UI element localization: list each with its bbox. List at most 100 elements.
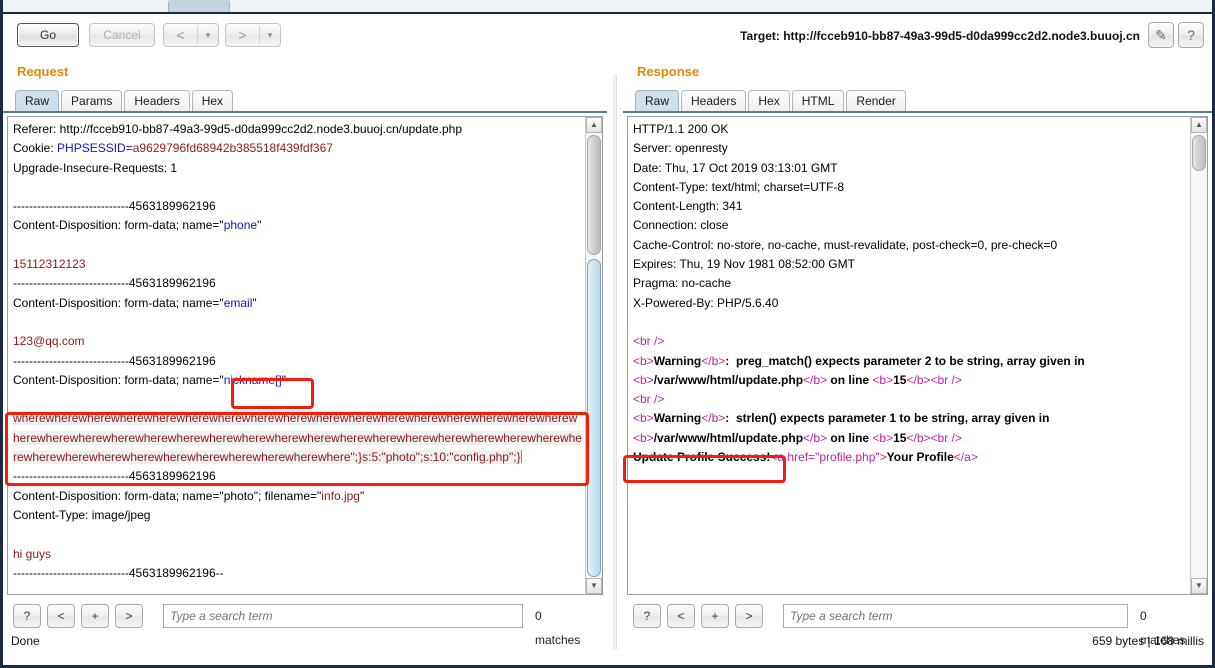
request-tabs: Raw Params Headers Hex [15, 90, 235, 112]
tag-b-open-1: <b> [633, 353, 654, 368]
value-photo-filename: info.jpg [321, 488, 360, 503]
request-viewer[interactable]: Referer: http://fcceb910-bb87-49a3-99d5-… [7, 116, 603, 595]
tab-request-hex[interactable]: Hex [191, 90, 234, 111]
chevron-left-icon: < [176, 27, 185, 43]
update-success-message: Update Profile Success! [633, 450, 771, 465]
request-title: Request [17, 64, 69, 79]
response-match-count: 0 matches [1140, 609, 1186, 647]
splitter-handle[interactable] [613, 74, 617, 650]
request-search-next-button[interactable]: > [115, 604, 143, 628]
scrollbar-thumb-upper[interactable] [587, 135, 601, 255]
tag-b-open-2: <b> [633, 372, 654, 387]
tab-request-headers[interactable]: Headers [124, 90, 190, 111]
tag-b-close-5: </b> [803, 430, 828, 445]
scroll-down-icon[interactable]: ▼ [586, 578, 602, 594]
warning-file-1: /var/www/html/update.php [653, 372, 804, 387]
boundary-2: -----------------------------45631899621… [13, 276, 216, 291]
tag-b-open-6: <b> [872, 430, 894, 445]
scrollbar-thumb-lower[interactable] [587, 259, 601, 577]
repeater-window: Go Cancel < ▾ > ▾ Target: http://fcceb91… [0, 14, 1215, 668]
tab-response-raw[interactable]: Raw [635, 90, 680, 111]
scrollbar-track[interactable] [1192, 133, 1206, 578]
warning-word-1: Warning [653, 353, 702, 368]
scroll-up-icon[interactable]: ▲ [1191, 117, 1207, 133]
param-name-email: email [223, 295, 253, 310]
request-search-help-button[interactable]: ? [13, 604, 41, 628]
window-tab-strip [0, 0, 1215, 14]
cd-email-post: " [252, 295, 257, 310]
line-pragma: Pragma: no-cache [633, 276, 732, 291]
tag-b-close-6: </b> [906, 430, 931, 445]
tab-underline [623, 111, 1212, 113]
warning-text-1: : preg_match() expects parameter 2 to be… [725, 353, 1085, 368]
request-scrollbar[interactable]: ▲ ▼ [585, 117, 602, 594]
request-panel: Request Raw Params Headers Hex Referer: … [3, 56, 607, 665]
line-upgrade: Upgrade-Insecure-Requests: 1 [13, 160, 178, 175]
tag-br-4: <br /> [930, 430, 962, 445]
tab-response-hex[interactable]: Hex [748, 90, 790, 111]
response-search-prev-button[interactable]: < [667, 604, 695, 628]
line-expires: Expires: Thu, 19 Nov 1981 08:52:00 GMT [633, 257, 855, 272]
tag-b-close-1: </b> [701, 353, 726, 368]
history-back-button[interactable]: < ▾ [163, 23, 219, 47]
cd-photo-pre: Content-Disposition: form-data; name="ph… [13, 488, 322, 503]
line-connection: Connection: close [633, 218, 729, 233]
line-number-1: 15 [893, 372, 907, 387]
tab-response-render[interactable]: Render [846, 90, 906, 111]
line-date: Date: Thu, 17 Oct 2019 03:13:01 GMT [633, 160, 838, 175]
warning-file-2: /var/www/html/update.php [653, 430, 804, 445]
cd-phone-post: " [257, 218, 262, 233]
tab-response-headers[interactable]: Headers [681, 90, 747, 111]
request-search-input[interactable] [163, 604, 523, 628]
value-file-body: hi guys [13, 546, 52, 561]
response-search-input[interactable] [783, 604, 1128, 628]
request-text[interactable]: Referer: http://fcceb910-bb87-49a3-99d5-… [13, 120, 582, 583]
window-tab-nub[interactable] [168, 0, 230, 12]
cancel-button[interactable]: Cancel [89, 23, 155, 47]
panel-splitter[interactable] [607, 56, 623, 665]
param-name-phone: phone [223, 218, 258, 233]
tag-br-2: <br /> [930, 372, 962, 387]
scrollbar-thumb[interactable] [1192, 135, 1206, 171]
response-scrollbar[interactable]: ▲ ▼ [1190, 117, 1207, 594]
go-button[interactable]: Go [17, 23, 79, 47]
tab-request-params[interactable]: Params [61, 90, 123, 111]
response-search-next-button[interactable]: > [735, 604, 763, 628]
boundary-1: -----------------------------45631899621… [13, 199, 216, 214]
on-line-2: on line [827, 430, 873, 445]
scroll-up-icon[interactable]: ▲ [586, 117, 602, 133]
warning-text-2: : strlen() expects parameter 1 to be str… [725, 411, 1050, 426]
response-search-add-button[interactable]: + [701, 604, 729, 628]
cd-nickname-pre: Content-Disposition: form-data; name=" [13, 372, 224, 387]
help-button[interactable]: ? [1178, 22, 1204, 48]
tag-anchor-close: </a> [953, 450, 978, 465]
tag-br-1: <br /> [633, 334, 665, 349]
repeater-toolbar: Go Cancel < ▾ > ▾ Target: http://fcceb91… [3, 14, 1212, 56]
response-viewer[interactable]: HTTP/1.1 200 OK Server: openresty Date: … [627, 116, 1208, 595]
boundary-3: -----------------------------45631899621… [13, 353, 216, 368]
history-forward-button[interactable]: > ▾ [225, 23, 281, 47]
cookie-param-name: PHPSESSID= [57, 141, 133, 156]
tag-b-close-3: </b> [906, 372, 931, 387]
status-bar: Done [11, 634, 40, 648]
request-search-prev-button[interactable]: < [47, 604, 75, 628]
tag-b-close-2: </b> [803, 372, 828, 387]
scroll-down-icon[interactable]: ▼ [1191, 578, 1207, 594]
cookie-param-value: a9629796fd68942b385518f439fdf367 [132, 141, 333, 156]
chevron-down-icon[interactable]: ▾ [198, 24, 218, 46]
tab-response-html[interactable]: HTML [791, 90, 845, 111]
request-match-count: 0 matches [535, 609, 581, 647]
edit-target-button[interactable]: ✎ [1148, 22, 1174, 48]
question-mark-icon: ? [1187, 27, 1195, 43]
text-caret [520, 450, 522, 464]
value-nickname-payload[interactable]: wherewherewherewherewherewherewherewhere… [13, 411, 582, 465]
warning-word-2: Warning [653, 411, 702, 426]
cd-phone-pre: Content-Disposition: form-data; name=" [13, 218, 224, 233]
param-name-nickname: nickname[] [223, 372, 282, 387]
request-search-add-button[interactable]: + [81, 604, 109, 628]
tab-request-raw[interactable]: Raw [15, 90, 60, 111]
response-text[interactable]: HTTP/1.1 200 OK Server: openresty Date: … [633, 120, 1187, 467]
chevron-down-icon[interactable]: ▾ [260, 24, 280, 46]
response-search-help-button[interactable]: ? [633, 604, 661, 628]
tag-b-open-3: <b> [872, 372, 894, 387]
